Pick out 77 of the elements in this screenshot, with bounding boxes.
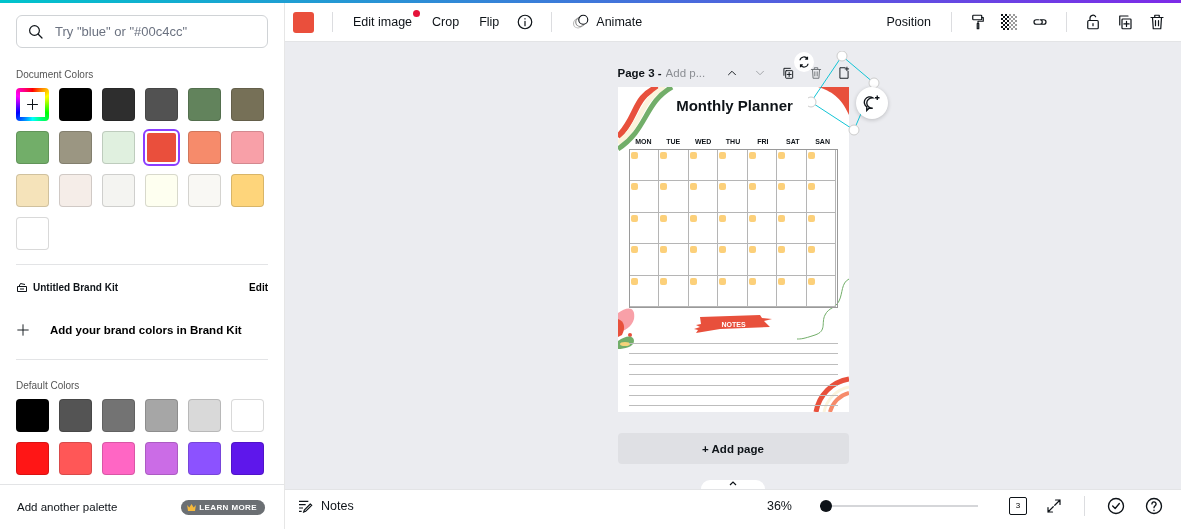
color-swatch[interactable] [59, 88, 92, 121]
brand-kit-title: Untitled Brand Kit [33, 281, 118, 293]
squiggle-drawing [796, 278, 849, 340]
add-brand-colors-button[interactable]: Add your brand colors in Brand Kit [50, 324, 242, 336]
animate-button[interactable]: Animate [564, 9, 651, 35]
add-palette-label: Add another palette [17, 501, 118, 513]
notes-button[interactable]: Notes [297, 497, 354, 514]
toolbar-button[interactable]: Flip [471, 10, 508, 34]
paint-roller-icon[interactable] [969, 13, 987, 31]
fullscreen-icon[interactable] [1045, 496, 1063, 515]
color-swatch[interactable] [231, 399, 264, 432]
zoom-level: 36% [766, 498, 792, 513]
unlock-icon[interactable] [1084, 13, 1102, 31]
duplicate-icon[interactable] [1116, 13, 1134, 31]
color-swatch[interactable] [188, 399, 221, 432]
color-swatch[interactable] [145, 442, 178, 475]
rotate-button[interactable] [793, 52, 814, 72]
color-swatch[interactable] [188, 442, 221, 475]
color-swatch[interactable] [102, 131, 135, 164]
color-swatch[interactable] [188, 88, 221, 121]
color-swatch[interactable] [16, 399, 49, 432]
search-input[interactable]: Try "blue" or "#00c4cc" [53, 23, 257, 40]
color-swatch[interactable] [16, 174, 49, 207]
color-swatch[interactable] [231, 131, 264, 164]
color-swatch[interactable] [188, 131, 221, 164]
position-button[interactable]: Position [878, 10, 939, 34]
duplicate-icon[interactable] [780, 66, 795, 80]
color-swatch[interactable] [231, 174, 264, 207]
color-swatch[interactable] [145, 174, 178, 207]
add-page-button[interactable]: + Add page [617, 433, 849, 464]
color-swatch[interactable] [188, 174, 221, 207]
color-swatch[interactable] [102, 88, 135, 121]
plus-icon[interactable] [25, 97, 40, 112]
color-swatch[interactable] [231, 442, 264, 475]
color-swatch[interactable] [102, 174, 135, 207]
transparency-icon[interactable] [1001, 14, 1017, 30]
edit-link[interactable]: Edit [249, 281, 268, 293]
rotate-icon [796, 55, 811, 69]
page-title-field[interactable]: Add p... [665, 67, 716, 79]
color-swatch[interactable] [231, 88, 264, 121]
color-swatch[interactable] [145, 399, 178, 432]
brand-kit-icon [16, 281, 28, 293]
caret-icon [729, 480, 737, 486]
page-label: Page 3 - [617, 67, 662, 79]
section-title: Default Colors [16, 380, 81, 391]
leaf-drawing [817, 87, 849, 115]
color-swatch[interactable] [59, 174, 92, 207]
color-swatch[interactable] [59, 442, 92, 475]
arc-drawing [813, 376, 849, 412]
search-icon[interactable] [27, 22, 45, 41]
color-swatch[interactable] [293, 11, 314, 33]
check-circle-icon[interactable] [1106, 495, 1126, 516]
page-count-button[interactable]: 3 [1004, 493, 1032, 518]
color-swatch[interactable] [102, 442, 135, 475]
color-swatch[interactable] [102, 399, 135, 432]
add-comment-button[interactable] [855, 87, 888, 119]
search-field[interactable]: Try "blue" or "#00c4cc" [16, 15, 268, 48]
section-title: Document Colors [16, 69, 95, 80]
add-page-icon[interactable] [836, 66, 851, 80]
color-swatch[interactable] [16, 217, 49, 250]
info-icon[interactable] [516, 13, 535, 31]
help-icon[interactable] [1144, 495, 1164, 516]
color-swatch[interactable] [16, 131, 49, 164]
toolbar-button[interactable]: Crop [424, 10, 468, 34]
color-swatch[interactable] [16, 442, 49, 475]
add-color-button[interactable] [16, 88, 49, 121]
planner-title: Monthly Planner [675, 97, 794, 114]
trash-icon[interactable] [1148, 13, 1166, 31]
expand-tab[interactable] [701, 480, 765, 489]
comment-icon [862, 94, 881, 112]
color-swatch[interactable] [59, 131, 92, 164]
learn-more-badge[interactable]: LEARN MORE [181, 499, 265, 515]
color-swatch[interactable] [59, 399, 92, 432]
circles-icon [572, 14, 591, 30]
leaf-drawing [617, 308, 634, 349]
color-swatch[interactable] [145, 88, 178, 121]
toolbar-button[interactable]: Edit image [345, 10, 421, 34]
